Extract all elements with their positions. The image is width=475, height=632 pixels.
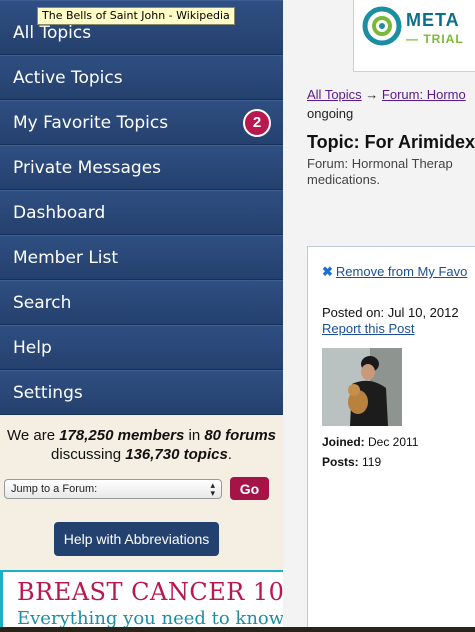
nav-dashboard[interactable]: Dashboard bbox=[0, 190, 283, 235]
jump-to-forum-select[interactable]: Jump to a Forum: ▴ ▾ bbox=[4, 478, 222, 499]
sponsor-logo[interactable]: META — TRIAL bbox=[353, 0, 475, 72]
posted-on: Posted on: Jul 10, 2012 bbox=[322, 305, 459, 320]
jump-row: Jump to a Forum: ▴ ▾ Go bbox=[4, 477, 269, 500]
member-count: 178,250 members bbox=[59, 427, 185, 444]
close-icon: ✖ bbox=[322, 264, 333, 279]
nav-label: Search bbox=[13, 292, 72, 313]
post-count: Posts: 119 bbox=[322, 455, 381, 469]
select-value: Jump to a Forum: bbox=[11, 482, 98, 495]
avatar[interactable] bbox=[322, 348, 402, 426]
logo-subtitle: — TRIAL bbox=[406, 32, 464, 46]
notification-badge: 2 bbox=[243, 108, 271, 137]
forum-count: 80 forums bbox=[204, 427, 277, 444]
ad-subtitle: Everything you need to know. bbox=[17, 608, 288, 629]
sidebar: All Topics Active Topics My Favorite Top… bbox=[0, 0, 300, 632]
topic-title: Topic: For Arimidex bbox=[307, 132, 475, 152]
posts-label: Posts: bbox=[322, 455, 359, 469]
joined-value: Dec 2011 bbox=[364, 435, 419, 449]
nav-label: All Topics bbox=[13, 22, 92, 43]
topic-forum: Forum: Hormonal Therap medications. bbox=[307, 156, 453, 188]
logo-name: META bbox=[406, 10, 460, 30]
go-button[interactable]: Go bbox=[230, 477, 269, 500]
select-arrows-icon: ▴ ▾ bbox=[210, 479, 215, 498]
nav-search[interactable]: Search bbox=[0, 280, 283, 325]
stats-text: discussing bbox=[51, 446, 126, 463]
nav-settings[interactable]: Settings bbox=[0, 370, 283, 415]
nav-my-favorite-topics[interactable]: My Favorite Topics 2 bbox=[0, 100, 283, 145]
nav-label: Dashboard bbox=[13, 202, 106, 223]
target-logo-icon bbox=[362, 6, 402, 46]
post-card: ✖ Remove from My Favo Posted on: Jul 10, … bbox=[307, 246, 475, 632]
nav-label: Help bbox=[13, 337, 52, 358]
nav-active-topics[interactable]: Active Topics bbox=[0, 55, 283, 100]
joined-label: Joined: bbox=[322, 435, 365, 449]
breadcrumb-separator: → bbox=[361, 87, 382, 102]
breadcrumb: All Topics → Forum: Hormo bbox=[307, 87, 466, 102]
browser-tooltip: The Bells of Saint John - Wikipedia bbox=[37, 7, 235, 25]
topic-forum-line: Forum: Hormonal Therap bbox=[307, 156, 453, 171]
remove-favorite-label: Remove from My Favo bbox=[335, 264, 468, 279]
topic-count: 136,730 topics bbox=[125, 446, 228, 463]
nav-help[interactable]: Help bbox=[0, 325, 283, 370]
stats-text: . bbox=[227, 446, 232, 463]
dock-strip bbox=[0, 627, 475, 632]
breadcrumb-all-topics[interactable]: All Topics bbox=[307, 87, 362, 102]
nav-label: Active Topics bbox=[13, 67, 123, 88]
report-post-link[interactable]: Report this Post bbox=[322, 321, 415, 336]
remove-favorite-link[interactable]: ✖ Remove from My Favo bbox=[322, 264, 467, 280]
ad-title: BREAST CANCER 101 bbox=[17, 578, 301, 606]
stats-text: We are bbox=[6, 427, 60, 444]
forum-stats: We are 178,250 members in 80 forums disc… bbox=[0, 415, 283, 464]
posts-value: 119 bbox=[358, 455, 382, 469]
breadcrumb-forum[interactable]: Forum: Hormo bbox=[382, 87, 466, 102]
nav-private-messages[interactable]: Private Messages bbox=[0, 145, 283, 190]
nav-label: Settings bbox=[13, 382, 83, 403]
nav-label: My Favorite Topics bbox=[13, 112, 169, 133]
breast-cancer-ad[interactable]: BREAST CANCER 101 Everything you need to… bbox=[0, 570, 300, 632]
sidebar-nav: All Topics Active Topics My Favorite Top… bbox=[0, 0, 283, 415]
user-photo-icon bbox=[322, 348, 402, 426]
nav-member-list[interactable]: Member List bbox=[0, 235, 283, 280]
nav-label: Private Messages bbox=[13, 157, 162, 178]
breadcrumb-continuation: ongoing bbox=[307, 106, 354, 121]
stats-text: in bbox=[184, 427, 205, 444]
topic-forum-line: medications. bbox=[307, 172, 380, 187]
help-abbreviations-button[interactable]: Help with Abbreviations bbox=[54, 522, 219, 556]
main-content: META — TRIAL All Topics → Forum: Hormo o… bbox=[283, 0, 475, 632]
joined-date: Joined: Dec 2011 bbox=[322, 435, 418, 449]
nav-label: Member List bbox=[13, 247, 119, 268]
